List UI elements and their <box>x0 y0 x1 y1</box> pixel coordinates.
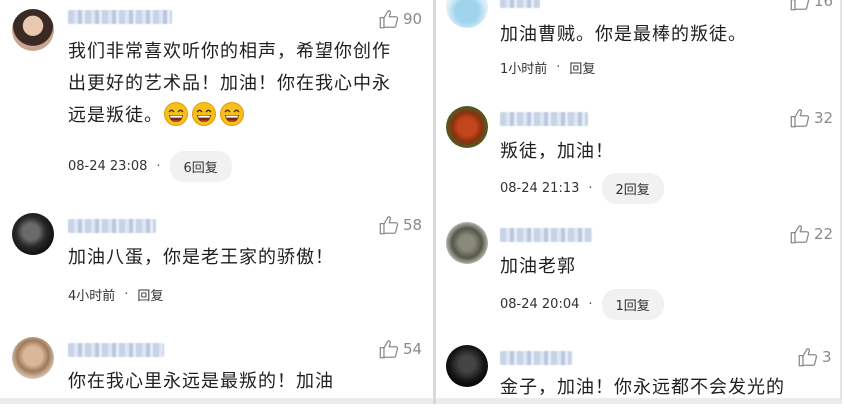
username-blurred[interactable] <box>500 112 588 126</box>
comment-text: 加油八蛋，你是老王家的骄傲！ <box>68 242 418 274</box>
comment-text-line: 加油八蛋，你是老王家的骄傲！ <box>68 247 334 268</box>
comment-meta: 08-24 21:13 · 2回复 <box>500 173 664 204</box>
comment-text-line: 叛徒，加油！ <box>500 141 614 162</box>
comment-text: 你在我心里永远是最叛的！加油 <box>68 366 418 398</box>
comment-text-line: 金子，加油！你永远都不会发光的 <box>500 377 785 398</box>
comment-meta: 4小时前 · 回复 <box>68 285 163 304</box>
reply-count-button[interactable]: 6回复 <box>169 151 232 182</box>
like-count: 16 <box>814 0 834 10</box>
like-count: 58 <box>403 216 423 234</box>
like-count: 90 <box>403 10 423 28</box>
avatar[interactable] <box>446 345 488 387</box>
comment-meta: 1小时前 · 回复 <box>500 58 595 77</box>
avatar[interactable] <box>12 9 54 51</box>
comment-text: 加油老郭 <box>500 251 830 283</box>
like-button[interactable]: 58 <box>378 214 422 236</box>
comment-text-line: 你在我心里永远是最叛的！加油 <box>68 371 334 392</box>
column-divider <box>433 0 436 404</box>
comment-meta: 08-24 23:08 · 6回复 <box>68 151 232 182</box>
comment-text-line: 我们非常喜欢听你的相声，希望你创作 <box>68 41 391 62</box>
grinning-face-emoji <box>163 101 189 127</box>
reply-count-button[interactable]: 1回复 <box>601 289 664 320</box>
timestamp: 1小时前 <box>500 62 548 77</box>
timestamp: 08-24 21:13 <box>500 181 580 196</box>
like-count: 32 <box>814 109 834 127</box>
grinning-face-emoji <box>191 101 217 127</box>
timestamp: 4小时前 <box>68 289 116 304</box>
comment-text-line: 加油曹贼。你是最棒的叛徒。 <box>500 24 747 45</box>
comment-meta: 08-24 20:04 · 1回复 <box>500 289 664 320</box>
like-count: 22 <box>814 225 834 243</box>
separator-dot: · <box>556 60 561 75</box>
thumbs-up-icon <box>789 107 811 129</box>
avatar[interactable] <box>446 222 488 264</box>
separator-dot: · <box>156 159 161 174</box>
username-blurred[interactable] <box>68 343 164 357</box>
reply-button[interactable]: 回复 <box>137 285 163 304</box>
separator-dot: · <box>124 287 129 302</box>
comment-text-line: 出更好的艺术品！加油！你在我心中永 <box>68 73 391 94</box>
like-button[interactable]: 16 <box>789 0 833 12</box>
avatar[interactable] <box>446 106 488 148</box>
like-count: 54 <box>403 340 423 358</box>
like-button[interactable]: 90 <box>378 8 422 30</box>
comment-text-line: 加油老郭 <box>500 256 576 277</box>
timestamp: 08-24 20:04 <box>500 297 580 312</box>
username-blurred[interactable] <box>500 0 540 8</box>
username-blurred[interactable] <box>68 219 156 233</box>
thumbs-up-icon <box>789 223 811 245</box>
like-button[interactable]: 22 <box>789 223 833 245</box>
thumbs-up-icon <box>378 338 400 360</box>
reply-count-button[interactable]: 2回复 <box>601 173 664 204</box>
like-button[interactable]: 3 <box>797 346 832 368</box>
username-blurred[interactable] <box>68 10 172 24</box>
thumbs-up-icon <box>789 0 811 12</box>
avatar[interactable] <box>12 337 54 379</box>
like-button[interactable]: 54 <box>378 338 422 360</box>
comment-text: 金子，加油！你永远都不会发光的 <box>500 372 830 404</box>
thumbs-up-icon <box>797 346 819 368</box>
avatar[interactable] <box>12 213 54 255</box>
thumbs-up-icon <box>378 8 400 30</box>
reply-button[interactable]: 回复 <box>569 58 595 77</box>
comment-text: 叛徒，加油！ <box>500 136 830 168</box>
timestamp: 08-24 23:08 <box>68 159 148 174</box>
username-blurred[interactable] <box>500 351 572 365</box>
separator-dot: · <box>588 181 593 196</box>
comment-text: 加油曹贼。你是最棒的叛徒。 <box>500 19 830 51</box>
comment-text-line: 远是叛徒。 <box>68 100 418 132</box>
username-blurred[interactable] <box>500 228 592 242</box>
like-button[interactable]: 32 <box>789 107 833 129</box>
separator-dot: · <box>588 297 593 312</box>
like-count: 3 <box>822 348 832 366</box>
comment-text: 我们非常喜欢听你的相声，希望你创作 出更好的艺术品！加油！你在我心中永 远是叛徒… <box>68 36 418 132</box>
thumbs-up-icon <box>378 214 400 236</box>
grinning-face-emoji <box>219 101 245 127</box>
